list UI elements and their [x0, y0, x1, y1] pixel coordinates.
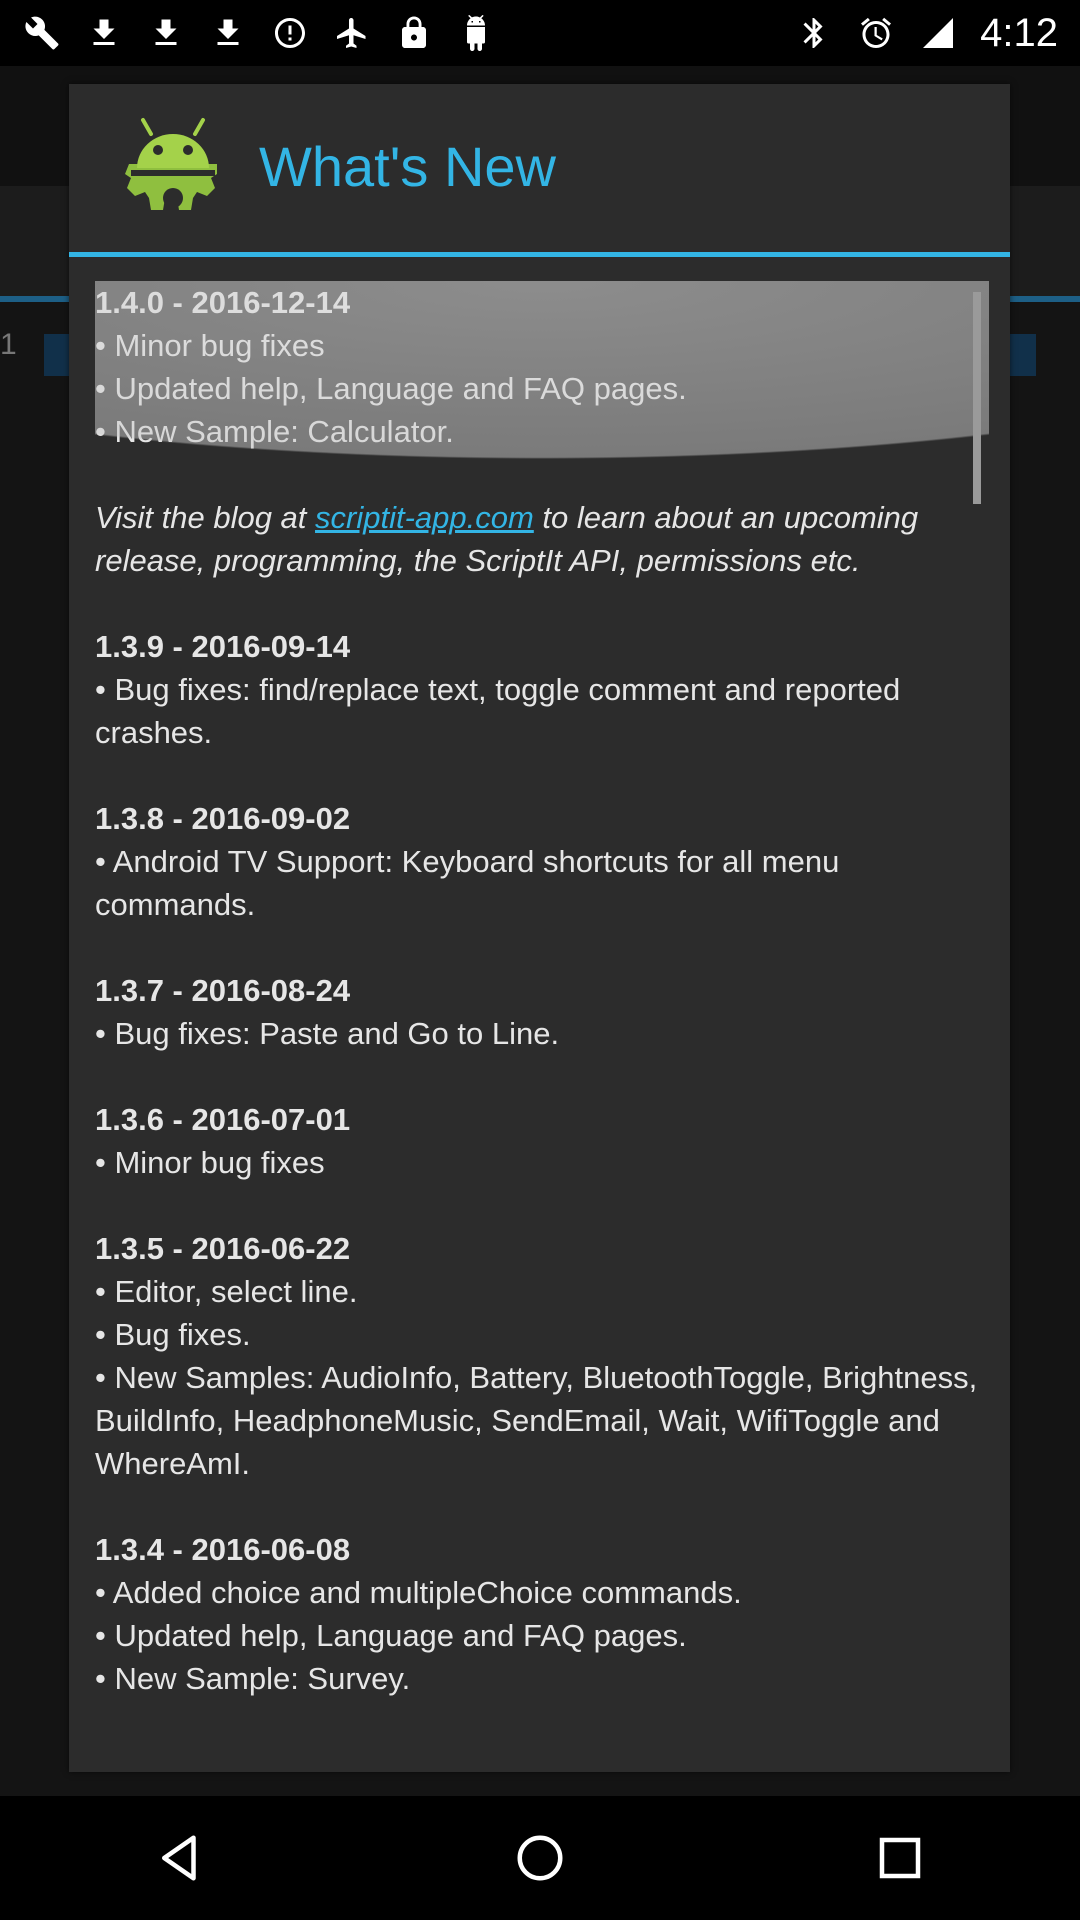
signal-icon — [918, 13, 958, 53]
navigation-bar — [0, 1796, 1080, 1920]
list-item: • Bug fixes. — [95, 1317, 251, 1352]
recents-icon[interactable] — [850, 1808, 950, 1908]
blog-prefix: Visit the blog at — [95, 500, 316, 535]
blog-note: Visit the blog at scriptit-app.com to le… — [95, 496, 989, 582]
clock-time: 4:12 — [980, 10, 1058, 55]
android-icon — [456, 13, 496, 53]
whats-new-dialog: What's New 1.4.0 - 2016-12-14 • Minor bu… — [69, 84, 1010, 1772]
scrollbar-thumb[interactable] — [973, 292, 981, 504]
list-item: • Minor bug fixes — [95, 328, 325, 363]
android-gear-icon — [121, 112, 225, 220]
version-heading: 1.3.9 - 2016-09-14 — [95, 629, 351, 664]
list-item: • Updated help, Language and FAQ pages. — [95, 371, 687, 406]
list-item: • New Samples: AudioInfo, Battery, Bluet… — [95, 1360, 978, 1481]
download-icon — [146, 13, 186, 53]
changelog-content[interactable]: 1.4.0 - 2016-12-14 • Minor bug fixes • U… — [95, 281, 989, 1751]
list-item: • Bug fixes: find/replace text, toggle c… — [95, 672, 901, 750]
version-heading: 1.3.6 - 2016-07-01 — [95, 1102, 351, 1137]
version-heading: 1.3.5 - 2016-06-22 — [95, 1231, 351, 1266]
dialog-header: What's New — [69, 84, 1010, 252]
home-icon[interactable] — [490, 1808, 590, 1908]
version-heading: 1.4.0 - 2016-12-14 — [95, 285, 351, 320]
lock-icon — [394, 13, 434, 53]
do-not-disturb-icon — [270, 13, 310, 53]
dialog-divider — [69, 252, 1010, 257]
alarm-icon — [856, 13, 896, 53]
list-item: • Android TV Support: Keyboard shortcuts… — [95, 844, 840, 922]
list-item: • Added choice and multipleChoice comman… — [95, 1575, 742, 1610]
wrench-icon — [22, 13, 62, 53]
status-bar: 4:12 — [0, 0, 1080, 66]
version-heading: 1.3.8 - 2016-09-02 — [95, 801, 351, 836]
download-icon — [84, 13, 124, 53]
list-item: • Bug fixes: Paste and Go to Line. — [95, 1016, 560, 1051]
list-item: • New Sample: Calculator. — [95, 414, 454, 449]
list-item: • New Sample: Survey. — [95, 1661, 411, 1696]
version-heading: 1.3.4 - 2016-06-08 — [95, 1532, 351, 1567]
dialog-title: What's New — [259, 135, 556, 198]
back-icon[interactable] — [130, 1808, 230, 1908]
version-heading: 1.3.7 - 2016-08-24 — [95, 973, 351, 1008]
blog-link[interactable]: scriptit-app.com — [315, 500, 534, 535]
list-item: • Minor bug fixes — [95, 1145, 325, 1180]
bluetooth-icon — [794, 13, 834, 53]
list-item: • Editor, select line. — [95, 1274, 358, 1309]
fake-gps-icon — [332, 13, 372, 53]
list-item: • Updated help, Language and FAQ pages. — [95, 1618, 687, 1653]
download-icon — [208, 13, 248, 53]
background-line-number: 1 — [0, 328, 17, 361]
